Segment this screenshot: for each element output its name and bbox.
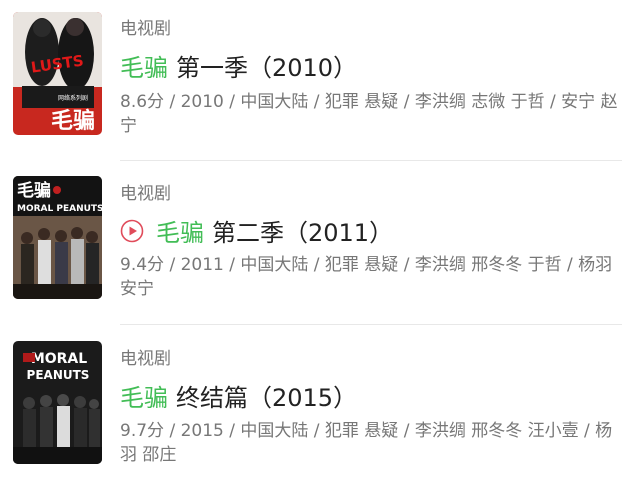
result-item-2[interactable]: 毛骗 MORAL PEANUTS 电视剧 毛骗 第二季（2011） 9.4分 /… — [0, 160, 640, 320]
result-meta: 9.7分 / 2015 / 中国大陆 / 犯罪 悬疑 / 李洪绸 邢冬冬 汪小壹… — [120, 421, 613, 465]
result-item-1[interactable]: LUSTS 网络系列剧 毛骗 电视剧 毛骗 第一季（2010） 8.6分 / 2… — [0, 0, 640, 160]
result-meta: 9.4分 / 2011 / 中国大陆 / 犯罪 悬疑 / 李洪绸 邢冬冬 于哲 … — [120, 255, 613, 299]
play-icon[interactable] — [120, 219, 144, 243]
poster-image: 毛骗 MORAL PEANUTS — [13, 176, 102, 299]
svg-text:毛骗: 毛骗 — [51, 108, 95, 134]
svg-text:MORAL PEANUTS: MORAL PEANUTS — [17, 204, 102, 214]
poster-image: LUSTS 网络系列剧 毛骗 — [13, 12, 102, 135]
svg-text:PEANUTS: PEANUTS — [27, 368, 90, 382]
poster-season-1[interactable]: LUSTS 网络系列剧 毛骗 — [13, 12, 102, 135]
title-season: 终结篇（2015） — [176, 384, 358, 412]
title-keyword: 毛骗 — [120, 384, 168, 412]
poster-image: MORAL PEANUTS — [13, 341, 102, 464]
title-season: 第一季（2010） — [176, 54, 358, 82]
search-results-list: LUSTS 网络系列剧 毛骗 电视剧 毛骗 第一季（2010） 8.6分 / 2… — [0, 0, 640, 487]
poster-season-2[interactable]: 毛骗 MORAL PEANUTS — [13, 176, 102, 299]
result-meta: 8.6分 / 2010 / 中国大陆 / 犯罪 悬疑 / 李洪绸 志微 于哲 /… — [120, 92, 618, 136]
svg-text:毛骗: 毛骗 — [17, 180, 51, 201]
result-title[interactable]: 毛骗 第一季（2010） — [120, 48, 357, 83]
category-label: 电视剧 — [120, 349, 171, 369]
svg-text:网络系列剧: 网络系列剧 — [58, 94, 88, 102]
title-season: 第二季（2011） — [212, 219, 394, 247]
svg-text:MORAL: MORAL — [31, 351, 87, 367]
result-title[interactable]: 毛骗 第二季（2011） — [120, 213, 393, 248]
poster-finale[interactable]: MORAL PEANUTS — [13, 341, 102, 464]
title-keyword: 毛骗 — [156, 219, 204, 247]
title-keyword: 毛骗 — [120, 54, 168, 82]
result-item-3[interactable]: MORAL PEANUTS 电视剧 毛骗 终结篇（2015） 9.7分 / 20… — [0, 324, 640, 484]
category-label: 电视剧 — [120, 19, 171, 39]
category-label: 电视剧 — [120, 184, 171, 204]
result-title[interactable]: 毛骗 终结篇（2015） — [120, 378, 357, 413]
